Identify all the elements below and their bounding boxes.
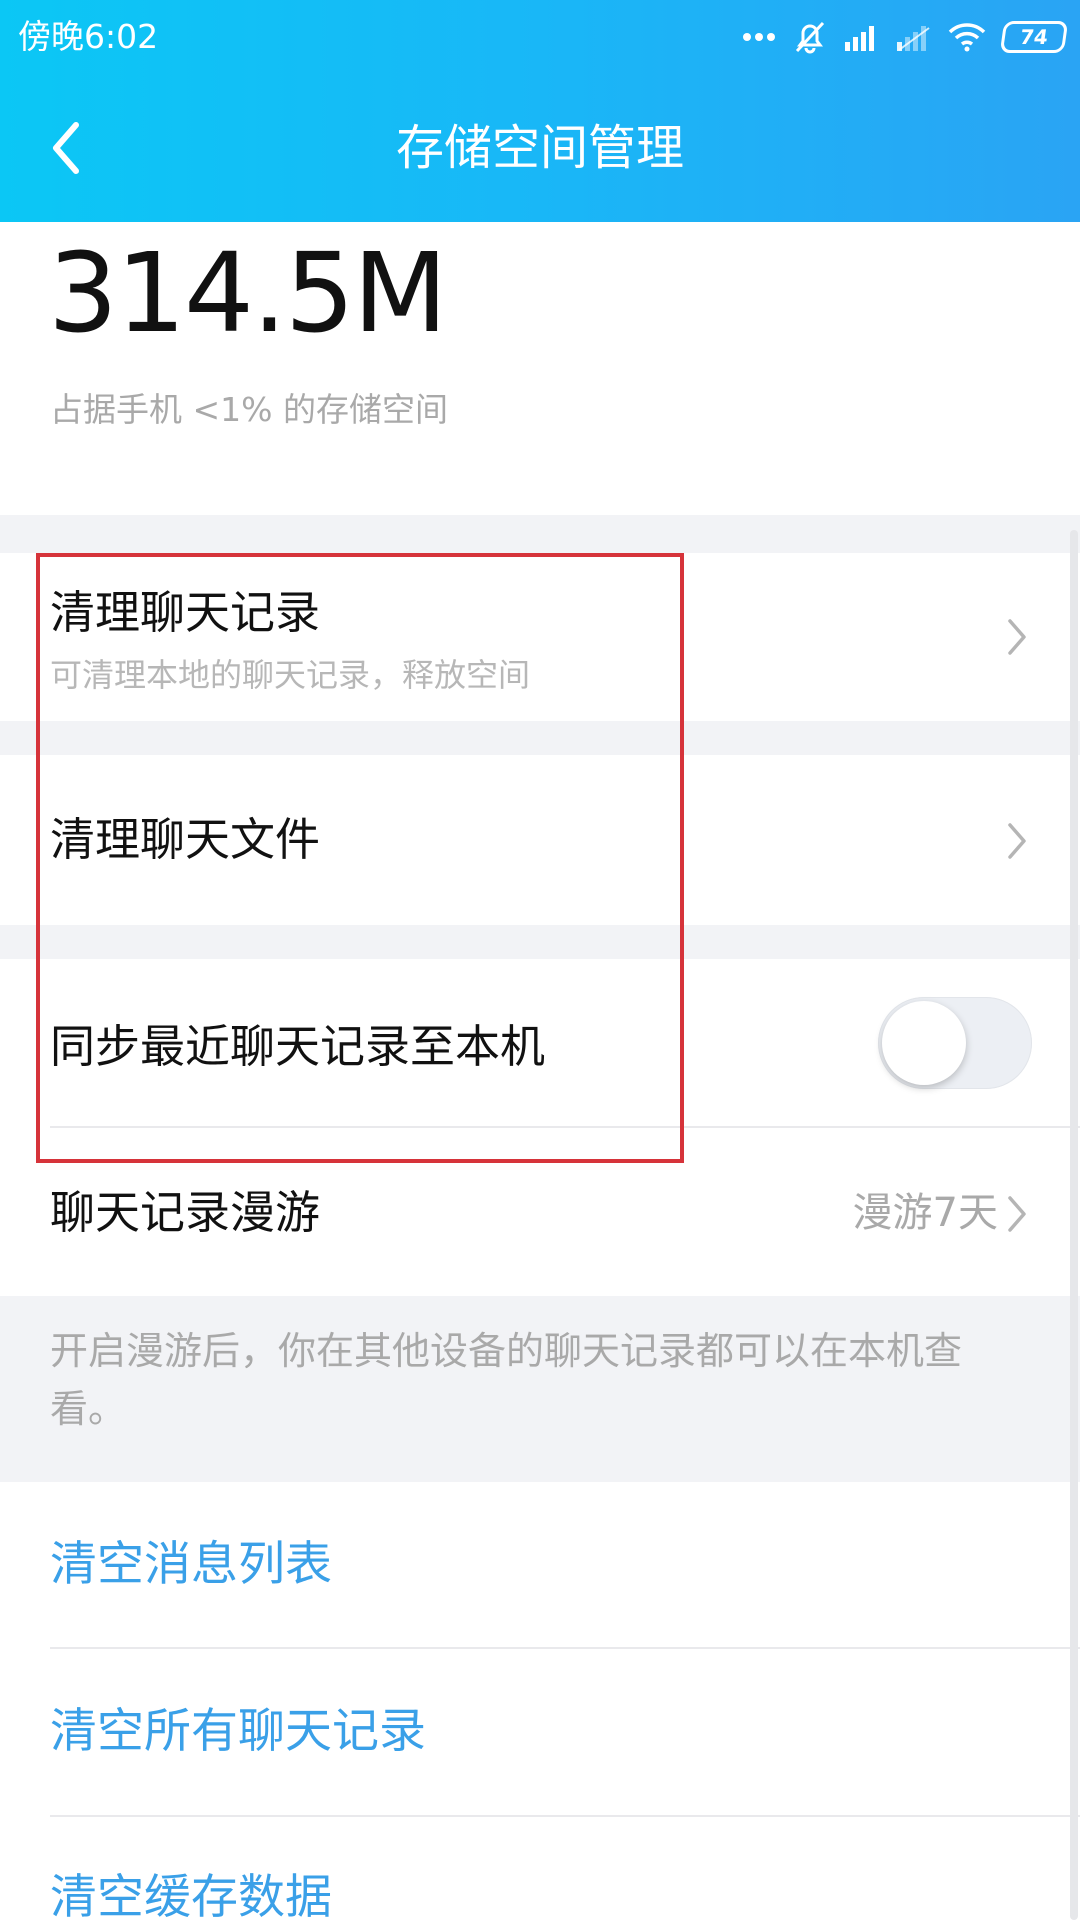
battery-icon: 74 xyxy=(999,21,1069,53)
roaming-note: 开启漫游后，你在其他设备的聊天记录都可以在本机查看。 xyxy=(50,1329,963,1431)
chevron-right-icon xyxy=(1008,619,1026,655)
signal-icon xyxy=(845,26,874,51)
toggle-knob xyxy=(882,1001,966,1085)
section-separator xyxy=(0,515,1080,553)
highlight-annotation-box xyxy=(36,553,684,1163)
clear-message-list-row[interactable]: 清空消息列表 xyxy=(0,1482,1080,1648)
storage-description: 占据手机 <1% 的存储空间 xyxy=(50,390,448,429)
clear-all-history-row[interactable]: 清空所有聊天记录 xyxy=(0,1649,1080,1815)
clear-cache-row[interactable]: 清空缓存数据 xyxy=(0,1817,1080,1925)
more-dots-icon xyxy=(743,33,775,41)
sync-recent-toggle[interactable] xyxy=(878,997,1032,1089)
status-time: 傍晚6:02 xyxy=(18,17,159,56)
chevron-right-icon xyxy=(1008,823,1026,859)
wifi-icon xyxy=(948,23,986,52)
clear-all-history-button[interactable]: 清空所有聊天记录 xyxy=(50,1701,426,1763)
alarm-off-icon xyxy=(795,21,825,54)
chevron-right-icon xyxy=(1008,1196,1026,1232)
signal-weak-icon xyxy=(897,26,930,51)
status-icons: 74 xyxy=(742,14,1069,60)
roaming-title: 聊天记录漫游 xyxy=(50,1186,321,1239)
clear-message-list-button[interactable]: 清空消息列表 xyxy=(50,1534,332,1596)
scrollbar[interactable] xyxy=(1070,530,1078,1920)
roaming-value: 漫游7天 xyxy=(852,1190,998,1236)
page-title: 存储空间管理 xyxy=(395,120,684,176)
storage-size: 314.5M xyxy=(48,229,448,357)
